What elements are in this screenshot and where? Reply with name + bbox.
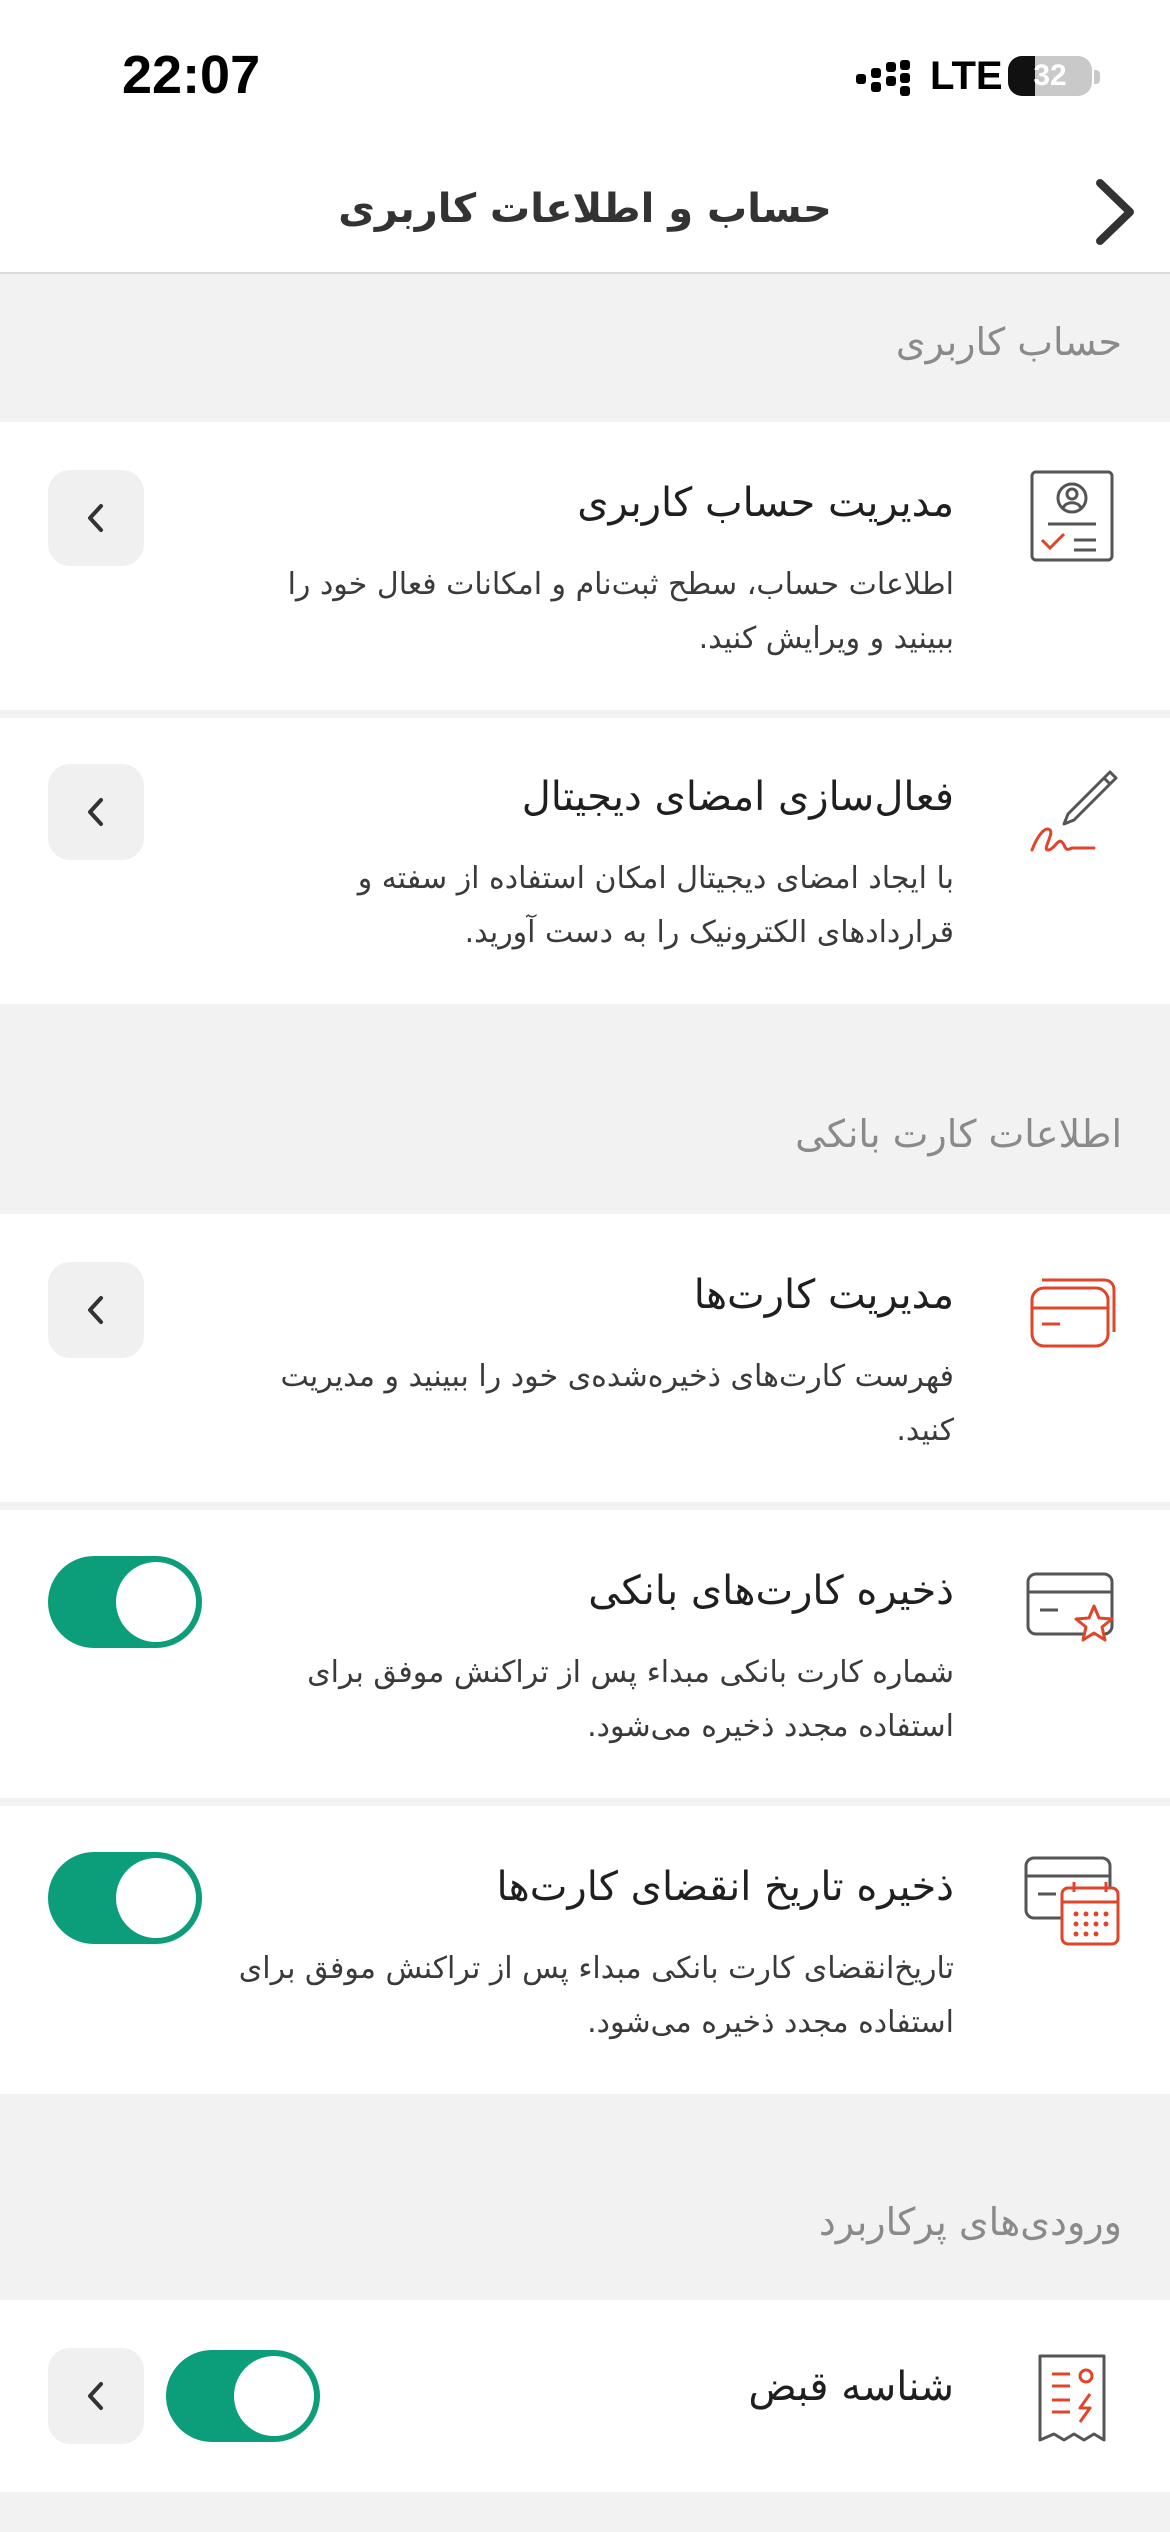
battery-icon: 32 bbox=[1008, 56, 1092, 96]
chevron-left-icon bbox=[88, 1296, 103, 1324]
chevron-left-icon bbox=[88, 2382, 103, 2410]
chevron-right-icon bbox=[1096, 179, 1134, 245]
item-title: فعال‌سازی امضای دیجیتال bbox=[521, 774, 954, 820]
digital-signature-icon bbox=[1030, 770, 1118, 852]
open-button[interactable] bbox=[48, 2348, 144, 2444]
list-item-save-cards[interactable]: ذخیره کارت‌های بانکی شماره کارت بانکی مب… bbox=[0, 1510, 1170, 1798]
item-title: مدیریت کارت‌ها bbox=[693, 1272, 954, 1318]
open-button[interactable] bbox=[48, 764, 144, 860]
chevron-left-icon bbox=[88, 798, 103, 826]
list-item-digital-signature[interactable]: فعال‌سازی امضای دیجیتال با ایجاد امضای د… bbox=[0, 718, 1170, 1004]
page-header: حساب و اطلاعات کاربری bbox=[0, 150, 1170, 274]
user-profile-icon bbox=[1030, 470, 1114, 562]
item-description: اطلاعات حساب، سطح ثبت‌نام و امکانات فعال… bbox=[287, 567, 954, 656]
cards-icon bbox=[1030, 1278, 1116, 1348]
page-title: حساب و اطلاعات کاربری bbox=[338, 186, 832, 232]
back-button[interactable] bbox=[1080, 170, 1150, 254]
battery-level: 32 bbox=[1033, 59, 1067, 92]
bill-receipt-icon bbox=[1038, 2354, 1106, 2442]
section-title-frequent-inputs: ورودی‌های پرکاربرد bbox=[818, 2200, 1122, 2244]
divider bbox=[0, 1502, 1170, 1510]
divider bbox=[0, 710, 1170, 718]
item-description: شماره کارت بانکی مبداء پس از تراکنش موفق… bbox=[307, 1655, 954, 1744]
card-calendar-icon bbox=[1024, 1856, 1120, 1946]
battery-tip bbox=[1094, 70, 1100, 84]
account-settings-screen: 22:07 LTE 32 حساب و اطلاعات کاربری حساب … bbox=[0, 0, 1170, 2532]
open-button[interactable] bbox=[48, 1262, 144, 1358]
list-item-bill-id[interactable]: شناسه قبض bbox=[0, 2300, 1170, 2492]
save-expiry-toggle[interactable] bbox=[48, 1852, 202, 1944]
open-button[interactable] bbox=[48, 470, 144, 566]
item-title: شناسه قبض bbox=[748, 2364, 954, 2410]
item-description: تاریخ‌انقضای کارت بانکی مبداء پس از تراک… bbox=[238, 1951, 954, 2040]
item-title: ذخیره کارت‌های بانکی bbox=[588, 1568, 954, 1614]
divider bbox=[0, 1798, 1170, 1806]
status-bar: 22:07 LTE 32 bbox=[0, 0, 1170, 150]
toggle-knob bbox=[116, 1858, 196, 1938]
list-item-manage-account[interactable]: مدیریت حساب کاربری اطلاعات حساب، سطح ثبت… bbox=[0, 422, 1170, 710]
list-item-manage-cards[interactable]: مدیریت کارت‌ها فهرست کارت‌های ذخیره‌شده‌… bbox=[0, 1214, 1170, 1502]
status-time: 22:07 bbox=[122, 45, 261, 105]
toggle-knob bbox=[116, 1562, 196, 1642]
item-description: با ایجاد امضای دیجیتال امکان استفاده از … bbox=[357, 861, 954, 950]
item-description: فهرست کارت‌های ذخیره‌شده‌ی خود را ببینید… bbox=[280, 1359, 954, 1448]
item-title: مدیریت حساب کاربری bbox=[577, 480, 954, 526]
chevron-left-icon bbox=[88, 504, 103, 532]
toggle-knob bbox=[234, 2356, 314, 2436]
signal-strength-icon bbox=[856, 60, 910, 96]
section-title-account: حساب کاربری bbox=[895, 320, 1122, 364]
card-star-icon bbox=[1026, 1572, 1114, 1642]
network-type: LTE bbox=[930, 54, 1003, 98]
save-cards-toggle[interactable] bbox=[48, 1556, 202, 1648]
bill-id-toggle[interactable] bbox=[166, 2350, 320, 2442]
list-item-save-expiry[interactable]: ذخیره تاریخ انقضای کارت‌ها تاریخ‌انقضای … bbox=[0, 1806, 1170, 2094]
item-title: ذخیره تاریخ انقضای کارت‌ها bbox=[496, 1864, 954, 1910]
section-title-bank-card: اطلاعات کارت بانکی bbox=[795, 1112, 1122, 1156]
